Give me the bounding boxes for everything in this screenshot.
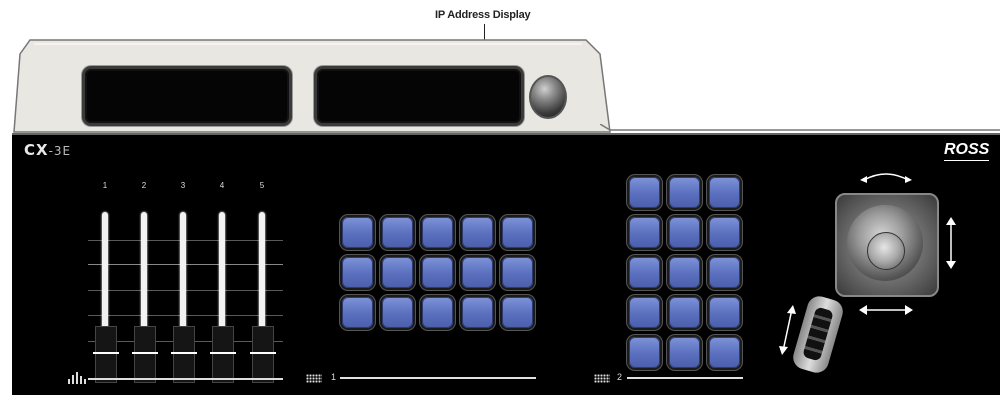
bank1-button-1[interactable] [342, 217, 373, 248]
bank2-button-11[interactable] [669, 297, 700, 328]
bank2-button-7[interactable] [629, 257, 660, 288]
bank1-button-5[interactable] [502, 217, 533, 248]
bank2-button-14[interactable] [669, 337, 700, 368]
fader-2-track[interactable] [141, 212, 147, 330]
fader-3-knob[interactable] [171, 326, 197, 383]
bank1-button-12[interactable] [382, 297, 413, 328]
bank2-button-3[interactable] [709, 177, 740, 208]
bank2-button-1[interactable] [629, 177, 660, 208]
fader-5-track[interactable] [259, 212, 265, 330]
bank-1-label: 1 [331, 372, 337, 382]
fader-2-label: 2 [141, 181, 147, 190]
fader-bottom-line [88, 378, 283, 380]
fader-4-knob[interactable] [210, 326, 236, 383]
joystick[interactable] [867, 232, 905, 270]
rotate-arrow-icon [860, 173, 912, 183]
fader-1-knob[interactable] [93, 326, 119, 383]
ip-address-display-callout-label: IP Address Display [435, 9, 531, 21]
bank2-button-12[interactable] [709, 297, 740, 328]
fader-3-track[interactable] [180, 212, 186, 330]
bank2-button-4[interactable] [629, 217, 660, 248]
fader-1-label: 1 [102, 181, 108, 190]
bank1-button-9[interactable] [462, 257, 493, 288]
fader-5-label: 5 [259, 181, 265, 190]
bank1-button-10[interactable] [502, 257, 533, 288]
bank1-button-8[interactable] [422, 257, 453, 288]
bank1-button-11[interactable] [342, 297, 373, 328]
bank2-button-13[interactable] [629, 337, 660, 368]
fader-4-label: 4 [219, 181, 225, 190]
ip-address-display [314, 66, 524, 126]
bank2-button-15[interactable] [709, 337, 740, 368]
bank1-button-14[interactable] [462, 297, 493, 328]
keypad-grid-icon [306, 374, 322, 383]
display-knob[interactable] [529, 75, 567, 119]
fader-1-track[interactable] [102, 212, 108, 330]
bank1-button-7[interactable] [382, 257, 413, 288]
fader-2-knob[interactable] [132, 326, 158, 383]
bank1-button-3[interactable] [422, 217, 453, 248]
fader-3-label: 3 [180, 181, 186, 190]
fader-5-knob[interactable] [250, 326, 276, 383]
bank2-button-6[interactable] [709, 217, 740, 248]
bank1-button-2[interactable] [382, 217, 413, 248]
bank2-button-8[interactable] [669, 257, 700, 288]
keypad-grid-icon [594, 374, 610, 383]
levels-icon [68, 372, 88, 384]
bank1-button-13[interactable] [422, 297, 453, 328]
bank2-button-2[interactable] [669, 177, 700, 208]
bank1-button-6[interactable] [342, 257, 373, 288]
left-display [82, 66, 292, 126]
vertical-arrow-icon [946, 217, 956, 269]
zoom-arrow-icon [779, 305, 796, 355]
horizontal-arrow-icon [859, 305, 913, 315]
bank1-button-4[interactable] [462, 217, 493, 248]
ross-logo: ROSS [944, 141, 990, 161]
fader-4-track[interactable] [219, 212, 225, 330]
bank2-button-10[interactable] [629, 297, 660, 328]
bank2-button-9[interactable] [709, 257, 740, 288]
cx-logo: CX-3E [24, 141, 72, 159]
bank-2-label: 2 [617, 372, 623, 382]
bank-1-line [340, 377, 536, 379]
bank1-button-15[interactable] [502, 297, 533, 328]
bank2-button-5[interactable] [669, 217, 700, 248]
bank-2-line [627, 377, 743, 379]
